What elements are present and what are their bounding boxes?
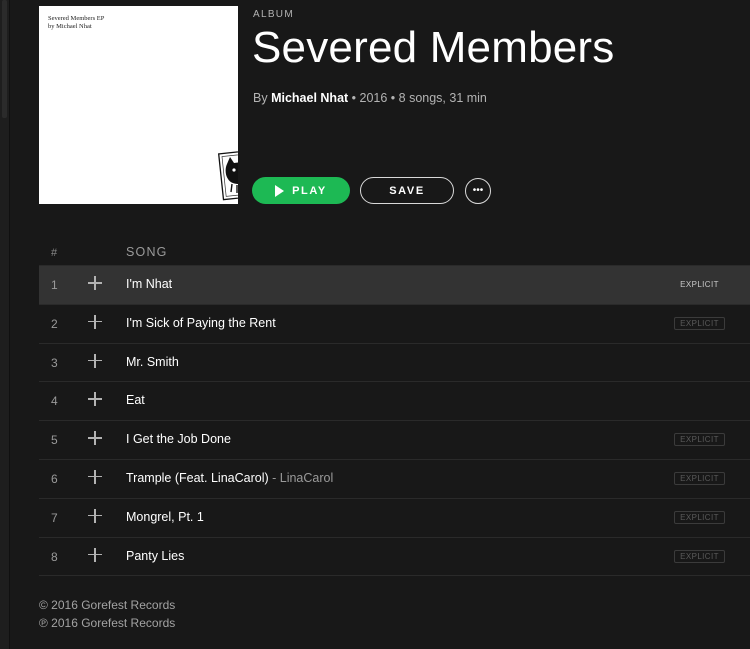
track-row[interactable]: 1 I'm Nhat EXPLICIT: [39, 266, 750, 305]
track-title[interactable]: Mr. Smith: [126, 355, 179, 369]
column-number-header[interactable]: #: [51, 247, 57, 259]
track-number: 8: [51, 549, 58, 564]
explicit-badge: EXPLICIT: [674, 549, 725, 563]
tracklist-header: # SONG: [39, 240, 750, 266]
track-number: 7: [51, 510, 58, 525]
track-title-main[interactable]: Trample (Feat. LinaCarol): [126, 471, 269, 485]
track-title[interactable]: Eat: [126, 393, 145, 407]
add-icon[interactable]: [88, 508, 102, 523]
cover-caption-artist: by Michael Nhat: [48, 23, 92, 30]
album-details: • 2016 • 8 songs, 31 min: [348, 91, 487, 105]
artist-link[interactable]: Michael Nhat: [271, 91, 348, 105]
track-number: 5: [51, 433, 58, 448]
track-row[interactable]: 4 Eat: [39, 382, 750, 422]
track-title[interactable]: Panty Lies: [126, 549, 184, 563]
track-title[interactable]: Mongrel, Pt. 1: [126, 510, 204, 524]
cat-drawing-icon: [217, 149, 238, 201]
track-title[interactable]: I Get the Job Done: [126, 432, 231, 446]
cover-caption: Severed Members EP by Michael Nhat: [48, 15, 104, 31]
track-row[interactable]: 8 Panty Lies EXPLICIT: [39, 538, 750, 577]
featured-artist-link[interactable]: - LinaCarol: [269, 471, 333, 485]
play-label: PLAY: [292, 184, 327, 197]
track-number: 4: [51, 394, 58, 409]
add-icon[interactable]: [88, 431, 102, 446]
track-number: 2: [51, 316, 58, 331]
album-cover: Severed Members EP by Michael Nhat: [39, 6, 238, 204]
track-title[interactable]: I'm Sick of Paying the Rent: [126, 316, 276, 330]
explicit-badge: EXPLICIT: [674, 316, 725, 330]
column-song-header[interactable]: SONG: [126, 245, 168, 259]
track-row[interactable]: 3 Mr. Smith: [39, 344, 750, 383]
phonogram-text: ℗ 2016 Gorefest Records: [39, 616, 176, 630]
album-page: Severed Members EP by Michael Nhat ALBUM…: [0, 0, 750, 649]
track-row[interactable]: 6 Trample (Feat. LinaCarol) - LinaCarol …: [39, 460, 750, 499]
track-row[interactable]: 2 I'm Sick of Paying the Rent EXPLICIT: [39, 305, 750, 344]
more-options-button[interactable]: •••: [465, 178, 491, 204]
scrollbar-thumb[interactable]: [2, 0, 7, 118]
add-icon[interactable]: [88, 547, 102, 562]
save-button[interactable]: SAVE: [360, 177, 454, 204]
add-icon[interactable]: [88, 276, 102, 290]
left-scrollbar[interactable]: [0, 0, 10, 649]
explicit-badge: EXPLICIT: [674, 471, 725, 485]
album-meta: By Michael Nhat • 2016 • 8 songs, 31 min: [253, 91, 487, 105]
track-row[interactable]: 5 I Get the Job Done EXPLICIT: [39, 421, 750, 460]
copyright-footer: © 2016 Gorefest Records ℗ 2016 Gorefest …: [39, 596, 175, 632]
by-prefix: By: [253, 91, 268, 105]
explicit-badge: EXPLICIT: [680, 280, 719, 289]
play-button[interactable]: PLAY: [252, 177, 350, 204]
cover-caption-title: Severed Members EP: [48, 15, 105, 22]
track-number: 6: [51, 471, 58, 486]
album-title: Severed Members: [252, 23, 615, 72]
ellipsis-icon: •••: [472, 185, 484, 196]
explicit-badge: EXPLICIT: [674, 510, 725, 524]
track-number: 3: [51, 355, 58, 370]
explicit-badge: EXPLICIT: [674, 433, 725, 447]
tracklist: 1 I'm Nhat EXPLICIT 2 I'm Sick of Paying…: [39, 266, 750, 577]
save-label: SAVE: [389, 184, 425, 197]
copyright-text: © 2016 Gorefest Records: [39, 598, 176, 612]
add-icon[interactable]: [88, 392, 102, 407]
track-row[interactable]: 7 Mongrel, Pt. 1 EXPLICIT: [39, 499, 750, 538]
track-title[interactable]: I'm Nhat: [126, 277, 172, 291]
play-icon: [275, 184, 285, 197]
album-type-label: ALBUM: [253, 9, 294, 20]
add-icon[interactable]: [88, 314, 102, 329]
add-icon[interactable]: [88, 353, 102, 368]
add-icon[interactable]: [88, 469, 102, 484]
track-number: 1: [51, 278, 58, 292]
track-title: Trample (Feat. LinaCarol) - LinaCarol: [126, 471, 333, 485]
